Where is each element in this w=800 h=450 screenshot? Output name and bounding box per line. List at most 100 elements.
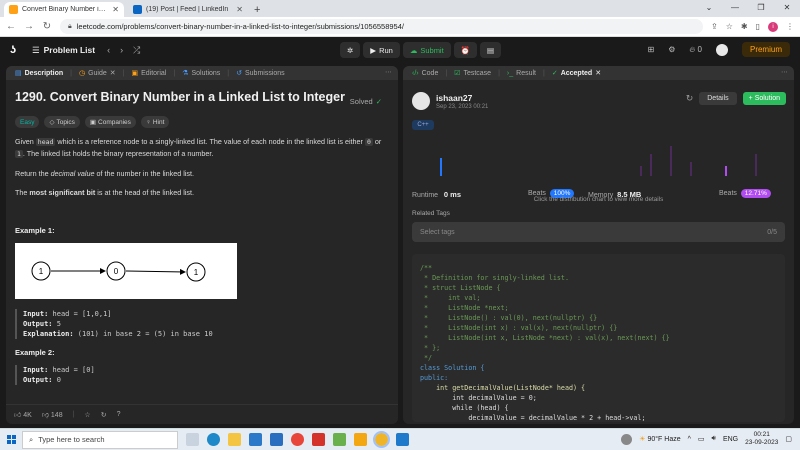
debug-button[interactable]: ✲ bbox=[340, 42, 361, 58]
browser-tab-linkedin[interactable]: (19) Post | Feed | LinkedIn ✕ bbox=[128, 2, 248, 17]
submitted-code[interactable]: /** * Definition for singly-linked list.… bbox=[412, 254, 785, 422]
linkedin-favicon-icon bbox=[133, 5, 142, 14]
system-tray: ☀ 90°F Haze ^ ▭ 🔊︎ ENG 00:21 23-09-2023 … bbox=[621, 431, 792, 447]
guide-icon: ◷ bbox=[78, 70, 86, 77]
chrome-active-icon[interactable] bbox=[373, 431, 390, 448]
distribution-chart[interactable]: Runtime 0 ms Beats 100% Memory 8.5 MB Be… bbox=[412, 134, 785, 204]
back-icon[interactable]: ← bbox=[6, 21, 16, 32]
address-bar[interactable]: 🔒︎ leetcode.com/problems/convert-binary-… bbox=[60, 19, 704, 34]
close-tab-icon[interactable]: ✕ bbox=[595, 69, 601, 77]
problem-list-button[interactable]: ☰ Problem List bbox=[32, 45, 95, 56]
new-tab-button[interactable]: + bbox=[254, 2, 260, 17]
minimize-icon[interactable]: — bbox=[722, 0, 748, 17]
share-icon[interactable]: ⇪ bbox=[711, 22, 718, 31]
timer-button[interactable]: ⏰ bbox=[453, 42, 478, 58]
close-window-icon[interactable]: ✕ bbox=[774, 0, 800, 17]
premium-button[interactable]: Premium bbox=[741, 42, 790, 57]
hint-tag[interactable]: ♀ Hint bbox=[140, 116, 170, 128]
tags-select[interactable]: Select tags 0/5 bbox=[412, 222, 785, 242]
notes-icon: ▤ bbox=[487, 45, 495, 55]
submit-button[interactable]: ☁ Submit bbox=[402, 42, 451, 58]
sidepanel-icon[interactable]: ▯ bbox=[756, 22, 760, 31]
more-icon[interactable]: ⋯ bbox=[385, 68, 392, 76]
prev-problem-icon[interactable]: ‹ bbox=[107, 45, 110, 56]
run-controls: ✲ ▶ Run ☁ Submit ⏰ ▤ bbox=[340, 42, 502, 58]
refresh-icon[interactable]: ↻ bbox=[686, 93, 694, 104]
language-indicator[interactable]: ENG bbox=[723, 436, 738, 443]
layout-icon[interactable]: ⊞ bbox=[648, 45, 655, 54]
notifications-icon[interactable]: ▢ bbox=[785, 435, 792, 443]
tab-editorial[interactable]: ▣ Editorial bbox=[127, 69, 170, 78]
tab-result[interactable]: ›_ Result bbox=[503, 70, 540, 77]
clock[interactable]: 00:21 23-09-2023 bbox=[745, 431, 778, 447]
post-solution-button[interactable]: + Solution bbox=[742, 92, 786, 105]
settings-icon[interactable]: ⚙ bbox=[668, 45, 675, 54]
chrome-menu-icon[interactable]: ⋮ bbox=[786, 22, 794, 31]
help-icon[interactable]: ? bbox=[117, 411, 121, 418]
close-tab-icon[interactable]: ✕ bbox=[112, 5, 119, 14]
app-icon[interactable] bbox=[354, 433, 367, 446]
tab-accepted[interactable]: ✓ Accepted ✕ bbox=[548, 69, 605, 78]
like-button[interactable]: 👍︎ 4K bbox=[14, 410, 32, 419]
run-button[interactable]: ▶ Run bbox=[363, 42, 400, 58]
tab-search-icon[interactable]: ⌄ bbox=[696, 0, 722, 17]
favorite-star-icon[interactable]: ☆ bbox=[84, 411, 90, 419]
tab-guide[interactable]: ◷ Guide ✕ bbox=[75, 69, 120, 78]
tab-testcase[interactable]: ☑ Testcase bbox=[450, 69, 495, 78]
close-tab-icon[interactable]: ✕ bbox=[236, 5, 243, 14]
taskbar-search[interactable]: ⌕ Type here to search bbox=[22, 430, 178, 449]
store-icon[interactable] bbox=[249, 433, 262, 446]
avatar[interactable] bbox=[412, 92, 430, 110]
edge-icon[interactable] bbox=[207, 433, 220, 446]
tab-code[interactable]: ‹/› Code bbox=[408, 70, 442, 77]
task-view-icon[interactable] bbox=[186, 433, 199, 446]
bug-icon: ✲ bbox=[347, 45, 354, 55]
topics-tag[interactable]: ◇ Topics bbox=[44, 116, 80, 128]
browser-tab-leetcode[interactable]: Convert Binary Number in a Lin ✕ bbox=[4, 2, 124, 17]
mail-icon[interactable] bbox=[270, 433, 283, 446]
weather-widget[interactable]: ☀ 90°F Haze bbox=[639, 435, 680, 443]
lock-icon[interactable]: 🔒︎ bbox=[68, 23, 72, 31]
maximize-icon[interactable]: ❐ bbox=[748, 0, 774, 17]
file-explorer-icon[interactable] bbox=[228, 433, 241, 446]
reload-icon[interactable]: ↻ bbox=[42, 21, 52, 32]
inline-code: 0 bbox=[364, 138, 373, 146]
notes-button[interactable]: ▤ bbox=[480, 42, 502, 58]
history-icon: ↺ bbox=[236, 70, 242, 77]
example-2-heading: Example 2: bbox=[15, 348, 55, 357]
leetcode-logo-icon[interactable]: ʖ bbox=[10, 44, 22, 56]
username[interactable]: ishaan27 bbox=[436, 93, 488, 103]
extensions-icon[interactable]: ✱ bbox=[741, 22, 748, 31]
volume-icon[interactable]: 🔊︎ bbox=[712, 435, 716, 443]
tab-description[interactable]: ▤ Description bbox=[11, 69, 67, 78]
dislike-button[interactable]: 👎︎ 148 bbox=[42, 410, 63, 419]
code-line: * int val; bbox=[420, 294, 481, 302]
bookmark-star-icon[interactable]: ☆ bbox=[726, 22, 733, 31]
shuffle-icon[interactable]: ⤮ bbox=[133, 45, 140, 56]
network-icon[interactable]: ▭ bbox=[698, 435, 705, 443]
chevron-up-icon[interactable]: ^ bbox=[688, 436, 691, 443]
forward-icon[interactable]: → bbox=[24, 21, 34, 32]
submission-actions: ↻ Details + Solution bbox=[686, 92, 786, 105]
chrome-icon[interactable] bbox=[291, 433, 304, 446]
app-icon[interactable] bbox=[312, 433, 325, 446]
companies-tag[interactable]: ▣ Companies bbox=[84, 116, 136, 128]
details-button[interactable]: Details bbox=[699, 92, 737, 105]
tab-submissions[interactable]: ↺ Submissions bbox=[232, 69, 289, 78]
tab-result-label: Result bbox=[516, 69, 536, 77]
vscode-icon[interactable] bbox=[396, 433, 409, 446]
more-icon[interactable]: ⋯ bbox=[781, 68, 788, 76]
start-button[interactable] bbox=[0, 429, 22, 450]
app-tray-icon[interactable] bbox=[621, 433, 633, 445]
submission-content: ishaan27 Sep 23, 2023 00:21 ↻ Details + … bbox=[403, 80, 794, 424]
streak-counter[interactable]: 🔥︎ 0 bbox=[689, 45, 702, 55]
user-avatar[interactable] bbox=[715, 43, 728, 56]
share-icon[interactable]: ↻ bbox=[101, 411, 107, 419]
profile-avatar[interactable]: i bbox=[768, 21, 778, 32]
app-icon[interactable] bbox=[333, 433, 346, 446]
next-problem-icon[interactable]: › bbox=[120, 45, 123, 56]
code-line: int getDecimalValue(ListNode* head) { bbox=[420, 384, 586, 392]
tab-solutions[interactable]: ⚗ Solutions bbox=[178, 69, 224, 78]
code-line: decimalValue = decimalValue * 2 + head->… bbox=[420, 414, 646, 422]
close-tab-icon[interactable]: ✕ bbox=[110, 69, 116, 77]
